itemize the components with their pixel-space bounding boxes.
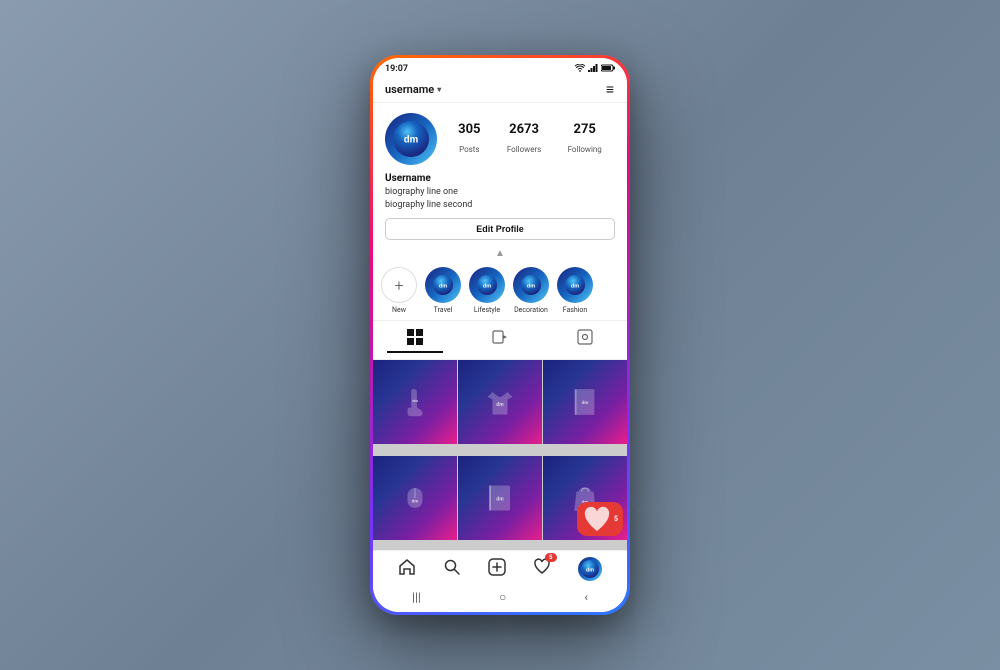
plus-icon: + [394, 276, 403, 295]
phone-screen: 19:07 [373, 58, 627, 612]
new-story-item[interactable]: + New [381, 267, 417, 314]
tab-video[interactable] [472, 327, 528, 353]
svg-text:dm: dm [527, 284, 535, 290]
svg-text:dm: dm [412, 399, 418, 403]
new-story-circle: + [381, 267, 417, 303]
svg-text:dm: dm [496, 402, 504, 408]
like-badge: 5 [577, 502, 623, 536]
followers-count: 2673 [507, 122, 541, 137]
bottom-navigation: 5 dm [373, 550, 627, 585]
profile-tabs [373, 321, 627, 360]
tab-grid[interactable] [387, 327, 443, 353]
wifi-icon [575, 64, 585, 74]
top-navigation: username ▾ ≡ [373, 77, 627, 103]
nav-username: username [385, 83, 434, 96]
stories-row: + New dm Travel [373, 261, 627, 321]
story-circle-decoration: dm [513, 267, 549, 303]
status-icons [575, 64, 615, 74]
svg-text:dm: dm [496, 496, 504, 502]
home-button[interactable]: ○ [499, 590, 506, 604]
scroll-indicator: ▲ [373, 246, 627, 261]
story-circle-fashion: dm [557, 267, 593, 303]
username-dropdown[interactable]: username ▾ [385, 83, 441, 96]
stats-container: 305 Posts 2673 Followers 275 Following [445, 122, 615, 156]
story-label-decoration: Decoration [514, 306, 548, 314]
grid-post-3[interactable]: dm [543, 360, 627, 444]
new-story-label: New [392, 306, 406, 314]
story-item-lifestyle[interactable]: dm Lifestyle [469, 267, 505, 314]
svg-text:dm: dm [439, 284, 447, 290]
likes-nav-button[interactable]: 5 [533, 558, 551, 580]
recent-apps-button[interactable]: ||| [412, 590, 421, 604]
svg-text:dm: dm [571, 284, 579, 290]
chevron-down-icon: ▾ [437, 85, 441, 94]
back-button[interactable]: ‹ [584, 590, 588, 604]
tab-tagged[interactable] [557, 327, 613, 353]
menu-icon[interactable]: ≡ [606, 81, 615, 98]
status-bar: 19:07 [373, 58, 627, 77]
like-count: 5 [614, 515, 618, 523]
following-label: Following [568, 145, 602, 154]
profile-display-name: Username [385, 173, 615, 184]
posts-count: 305 [458, 122, 480, 137]
story-circle-travel: dm [425, 267, 461, 303]
posts-stat: 305 Posts [458, 122, 480, 156]
svg-text:dm: dm [586, 567, 594, 573]
svg-text:dm: dm [483, 284, 491, 290]
grid-post-4[interactable]: dm [373, 456, 457, 540]
svg-text:dm: dm [582, 400, 589, 405]
story-item-travel[interactable]: dm Travel [425, 267, 461, 314]
phone-device: 19:07 [370, 55, 630, 615]
story-item-decoration[interactable]: dm Decoration [513, 267, 549, 314]
grid-post-5[interactable]: dm [458, 456, 542, 540]
story-item-fashion[interactable]: dm Fashion [557, 267, 593, 314]
story-circle-lifestyle: dm [469, 267, 505, 303]
following-count: 275 [568, 122, 602, 137]
home-nav-button[interactable] [398, 558, 416, 580]
svg-text:dm: dm [404, 134, 419, 145]
android-navigation-bar: ||| ○ ‹ [373, 585, 627, 612]
story-label-fashion: Fashion [563, 306, 588, 314]
story-label-travel: Travel [434, 306, 453, 314]
profile-nav-button[interactable]: dm [578, 557, 602, 581]
likes-badge: 5 [545, 553, 557, 562]
posts-grid: dm dm [373, 360, 627, 550]
scroll-up-icon: ▲ [495, 248, 505, 259]
bio-line-2: biography line second [385, 199, 615, 212]
search-nav-button[interactable] [443, 558, 461, 580]
time-display: 19:07 [385, 64, 408, 74]
followers-stat: 2673 Followers [507, 122, 541, 156]
story-label-lifestyle: Lifestyle [474, 306, 500, 314]
profile-section: dm 305 Posts 2673 Followers 275 Followin… [373, 103, 627, 246]
svg-text:dm: dm [411, 498, 418, 503]
battery-icon [601, 64, 615, 74]
likes-badge-count: 5 [549, 554, 552, 561]
following-stat: 275 Following [568, 122, 602, 156]
profile-stats-row: dm 305 Posts 2673 Followers 275 Followin… [385, 113, 615, 165]
followers-label: Followers [507, 145, 541, 154]
posts-label: Posts [459, 145, 479, 154]
add-nav-button[interactable] [488, 558, 506, 580]
grid-post-6[interactable]: dm 5 [543, 456, 627, 540]
edit-profile-button[interactable]: Edit Profile [385, 218, 615, 240]
avatar: dm [385, 113, 437, 165]
grid-post-1[interactable]: dm [373, 360, 457, 444]
grid-post-2[interactable]: dm [458, 360, 542, 444]
signal-icon [588, 64, 598, 74]
bio-line-1: biography line one [385, 186, 615, 199]
